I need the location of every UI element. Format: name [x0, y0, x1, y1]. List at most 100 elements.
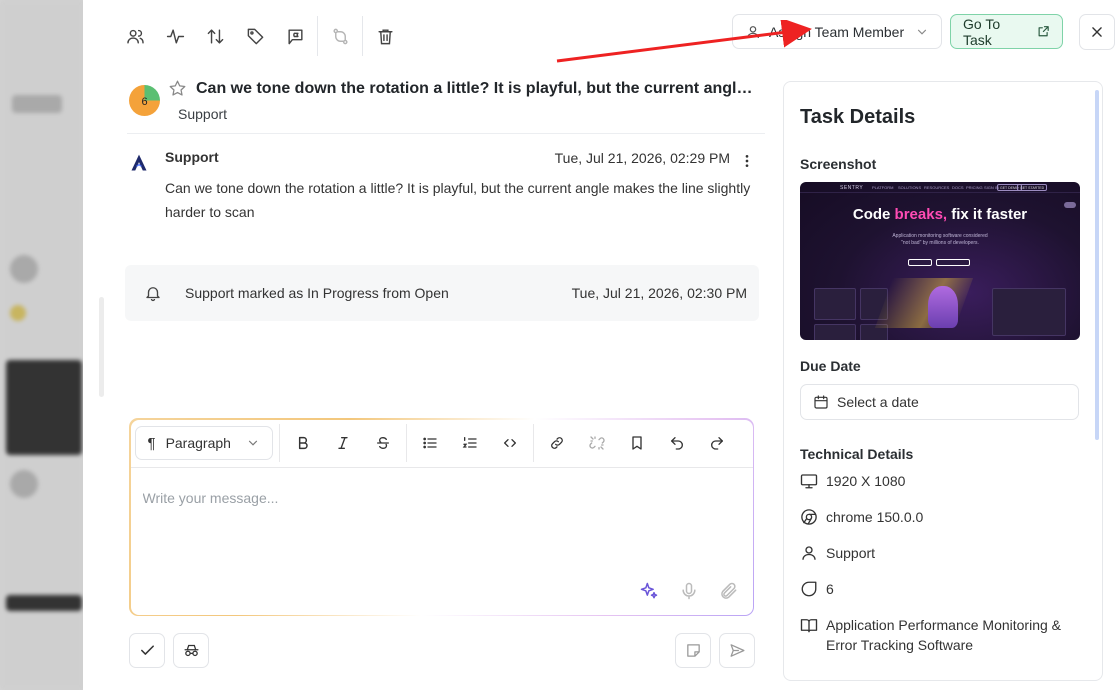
paragraph-select[interactable]: ¶ Paragraph — [134, 426, 273, 460]
message-input[interactable] — [142, 489, 733, 506]
star-icon[interactable] — [168, 79, 187, 98]
resolution-row: 1920 X 1080 — [800, 471, 905, 491]
activity-time: Tue, Jul 21, 2026, 02:30 PM — [571, 285, 747, 301]
thumbnail-beam — [874, 278, 974, 328]
screenshot-thumbnail[interactable]: SENTRY PLATFORM SOLUTIONS RESOURCES DOCS… — [800, 182, 1080, 340]
incognito-button[interactable] — [173, 633, 209, 668]
external-link-icon — [1038, 26, 1049, 37]
redo-button[interactable] — [697, 426, 737, 460]
send-icon — [729, 644, 745, 657]
conversation-subtitle: Support — [178, 106, 228, 122]
tag-icon[interactable] — [239, 20, 271, 52]
close-icon — [1092, 27, 1102, 37]
project-value: Application Performance Monitoring & Err… — [826, 617, 1062, 653]
background-app — [0, 0, 84, 690]
redo-icon — [710, 437, 723, 450]
attachment-icon[interactable] — [719, 581, 739, 601]
technical-details-label: Technical Details — [800, 446, 914, 462]
left-scrollbar[interactable] — [99, 297, 104, 397]
bg-block — [10, 255, 38, 283]
pilcrow-icon: ¶ — [147, 434, 156, 452]
thumbnail-nav-item: PRICING — [966, 185, 983, 190]
trash-icon[interactable] — [369, 20, 401, 52]
chrome-icon — [801, 509, 817, 525]
incognito-icon — [183, 644, 199, 657]
activity-item: Support marked as In Progress from Open … — [125, 265, 759, 321]
send-button[interactable] — [719, 633, 755, 668]
link-icon — [550, 437, 563, 449]
ordered-list-button[interactable] — [450, 426, 490, 460]
check-icon — [140, 645, 154, 655]
close-button[interactable] — [1079, 14, 1115, 50]
monitor-icon — [800, 474, 818, 489]
message-item: Support Tue, Jul 21, 2026, 02:29 PM Can … — [127, 140, 765, 240]
strikethrough-button[interactable] — [363, 426, 403, 460]
message-sender: Support — [165, 149, 219, 165]
resolve-button[interactable] — [129, 633, 165, 668]
headline-part: breaks, — [894, 206, 948, 223]
thumbnail-card — [814, 324, 856, 340]
toolbar-divider — [317, 16, 318, 56]
bullet-list-icon — [422, 437, 437, 449]
subline-text: Application monitoring software consider… — [892, 233, 988, 239]
toolbar-divider — [362, 16, 363, 56]
thumbnail-nav-item: PLATFORM — [872, 185, 894, 190]
bookmark-button[interactable] — [617, 426, 657, 460]
priority-value: 6 — [141, 95, 148, 108]
priority-row: 6 — [800, 579, 834, 599]
flag-message-icon[interactable] — [279, 20, 311, 52]
users-icon[interactable] — [119, 20, 151, 52]
goto-label: Go To Task — [963, 15, 1001, 48]
sort-icon[interactable] — [199, 20, 231, 52]
thumbnail-nav-item: DOCS — [952, 185, 964, 190]
thumbnail-mascot — [928, 286, 958, 328]
sender-logo-icon — [131, 154, 147, 171]
resolution-value: 1920 X 1080 — [826, 473, 906, 489]
note-button[interactable] — [675, 633, 711, 668]
go-to-task-button[interactable]: Go To Task — [950, 14, 1063, 49]
undo-button[interactable] — [657, 426, 697, 460]
message-editor: ¶ Paragraph — [129, 418, 754, 616]
thumbnail-nav-item: SOLUTIONS — [898, 185, 922, 190]
project-row: Application Performance Monitoring & Err… — [800, 615, 1080, 655]
browser-row: chrome 150.0.0 — [800, 507, 923, 527]
task-details-sidebar: Task Details Screenshot SENTRY PLATFORM … — [783, 81, 1103, 681]
italic-icon — [337, 437, 348, 449]
sticky-note-icon — [686, 644, 700, 657]
bold-icon — [298, 436, 308, 450]
bg-block — [10, 305, 26, 321]
activity-icon[interactable] — [159, 20, 191, 52]
thumbnail-brand: SENTRY — [840, 185, 864, 191]
thumbnail-card — [814, 288, 856, 320]
user-icon — [747, 25, 759, 38]
merge-icon[interactable] — [324, 20, 356, 52]
chevron-down-icon — [248, 440, 257, 446]
bold-button[interactable] — [283, 426, 323, 460]
bullet-list-button[interactable] — [410, 426, 450, 460]
bg-block — [12, 95, 62, 113]
ai-sparkle-icon[interactable] — [639, 581, 659, 601]
bookmark-icon — [631, 436, 642, 450]
italic-button[interactable] — [323, 426, 363, 460]
unlink-button[interactable] — [577, 426, 617, 460]
sidebar-scrollbar[interactable] — [1095, 90, 1099, 440]
due-date-picker[interactable]: Select a date — [800, 384, 1079, 420]
user-value: Support — [826, 545, 876, 561]
toolbar-divider — [532, 424, 534, 462]
link-button[interactable] — [537, 426, 577, 460]
screenshot-label: Screenshot — [800, 156, 877, 172]
more-vertical-icon[interactable] — [739, 153, 755, 169]
toolbar-divider — [278, 424, 280, 462]
assign-team-member-button[interactable]: Assign Team Member — [732, 14, 942, 49]
editor-toolbar: ¶ Paragraph — [130, 420, 753, 468]
assign-label: Assign Team Member — [769, 23, 905, 40]
headline-part: fix it faster — [947, 206, 1028, 223]
priority-value: 6 — [826, 581, 834, 597]
microphone-icon[interactable] — [679, 581, 699, 601]
browser-value: chrome 150.0.0 — [826, 509, 924, 525]
task-modal: Assign Team Member Go To Task 6 Can we t… — [83, 0, 1120, 690]
conversation-title: Can we tone down the rotation a little? … — [196, 80, 756, 97]
user-icon — [802, 546, 816, 560]
ordered-list-icon — [462, 437, 477, 448]
code-button[interactable] — [490, 426, 530, 460]
